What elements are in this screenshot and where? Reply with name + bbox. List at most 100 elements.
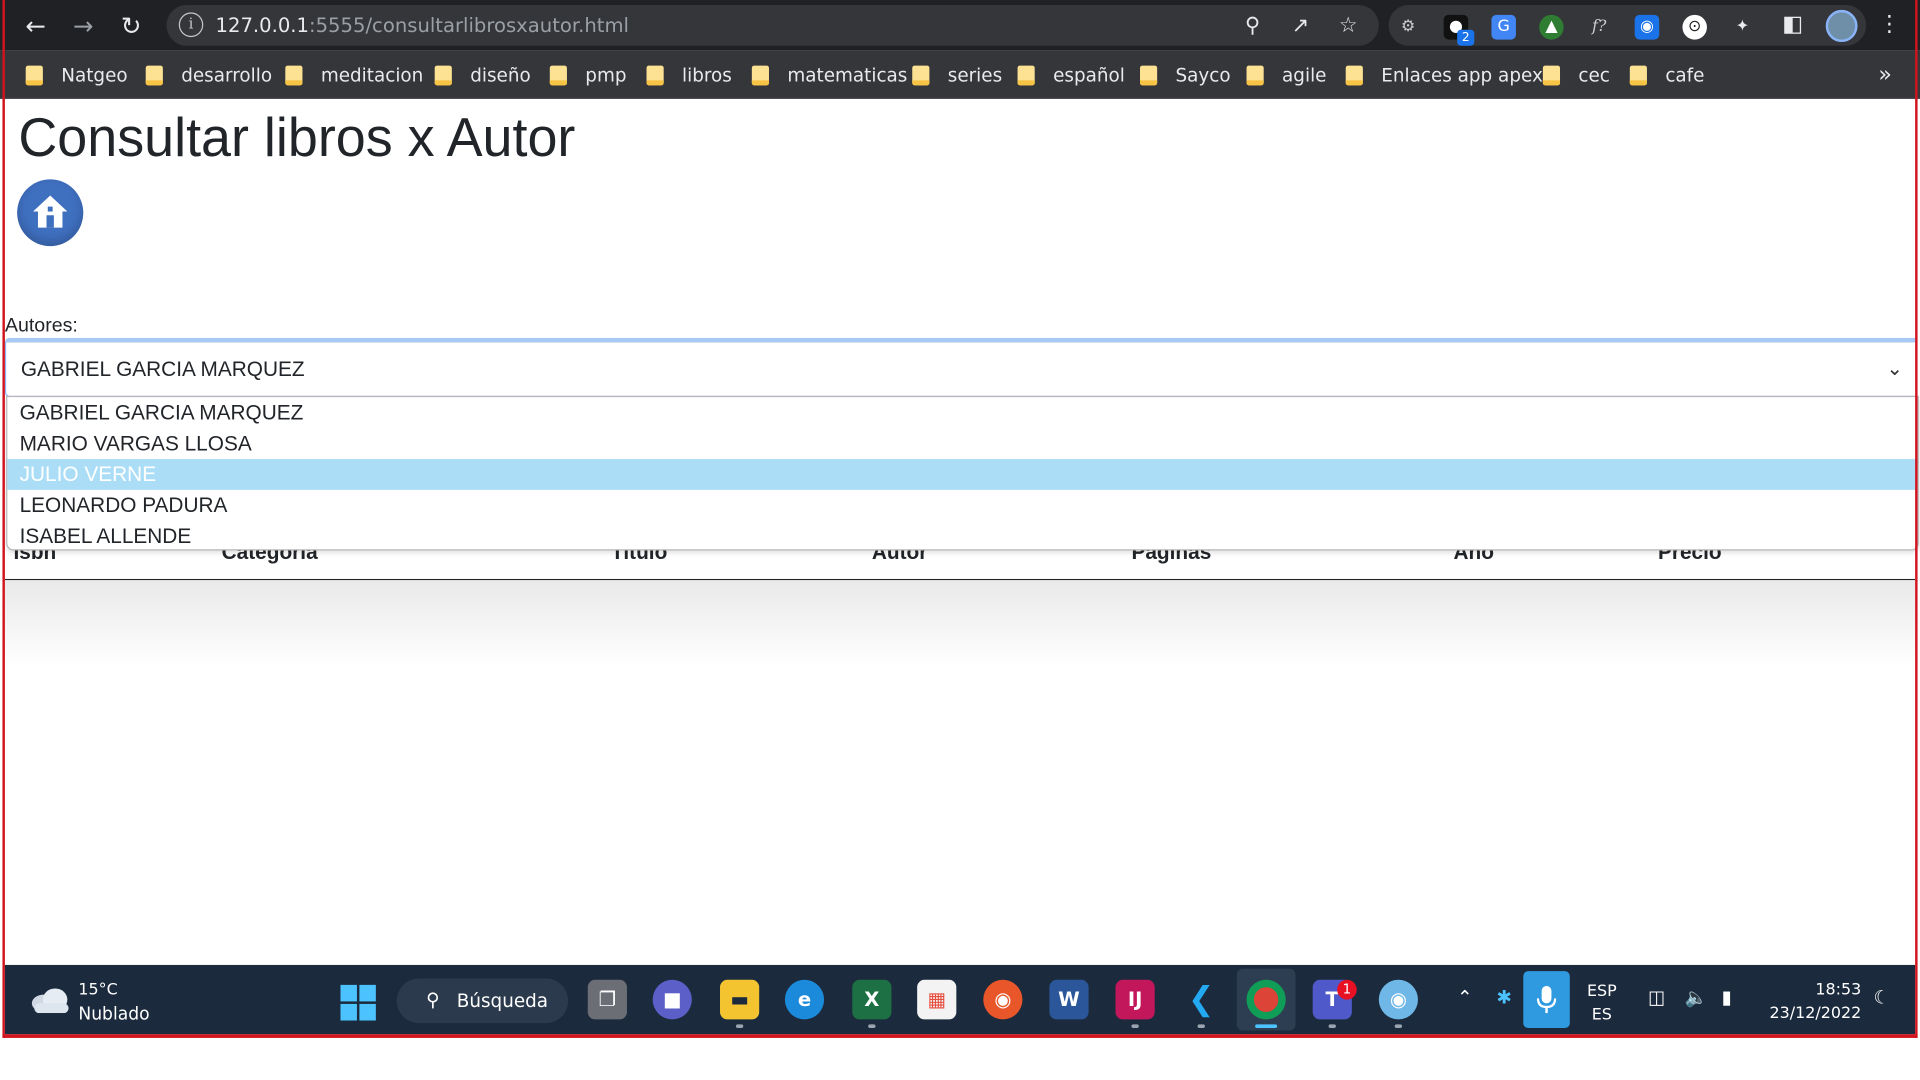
author-option[interactable]: MARIO VARGAS LLOSA	[7, 428, 1917, 459]
folder-icon	[1140, 65, 1158, 86]
search-label: Búsqueda	[456, 989, 549, 1012]
keyboard-layout: ES	[1591, 1005, 1612, 1025]
bookmark-item[interactable]: pmp	[549, 62, 627, 89]
bookmark-star-icon[interactable]: ☆	[1335, 12, 1362, 39]
browser-toolbar: ← → ↻ i 127.0.0.1:5555/consultarlibrosxa…	[0, 0, 1920, 51]
home-icon	[33, 195, 68, 228]
running-indicator	[1328, 1024, 1336, 1029]
windows-start-icon[interactable]	[340, 984, 376, 1021]
system-clock[interactable]: 18:53 23/12/2022	[1766, 979, 1862, 1026]
battery-icon[interactable]: ▮	[1722, 986, 1732, 1008]
translate-extension-icon[interactable]: G	[1491, 14, 1516, 40]
show-hidden-icons-chevron-icon[interactable]: ⌃	[1457, 986, 1472, 1008]
author-option-highlighted[interactable]: JULIO VERNE	[7, 458, 1918, 490]
bookmark-item[interactable]: libros	[646, 62, 732, 89]
bookmark-item[interactable]: Sayco	[1140, 62, 1231, 89]
author-select-value: GABRIEL GARCIA MARQUEZ	[20, 357, 305, 382]
reload-icon[interactable]: ↻	[113, 7, 150, 44]
bookmark-item[interactable]: español	[1017, 62, 1125, 89]
share-icon[interactable]: ↗	[1287, 12, 1314, 39]
task-view-icon[interactable]: ❐	[587, 979, 627, 1020]
shield-extension-icon[interactable]: ◉	[1634, 14, 1660, 40]
language-indicator[interactable]: ESP ES	[1587, 980, 1617, 1027]
puzzle-extensions-icon[interactable]: ✦	[1730, 15, 1754, 40]
volume-icon[interactable]: 🔈	[1685, 986, 1708, 1008]
taskbar-search[interactable]: ⚲ Búsqueda	[396, 978, 569, 1024]
bookmark-item[interactable]: agile	[1246, 62, 1326, 89]
authors-label: Autores:	[4, 315, 78, 337]
back-icon[interactable]: ←	[17, 7, 54, 44]
weather-temperature[interactable]: 15°C	[78, 981, 117, 1000]
bookmark-item[interactable]: Natgeo	[25, 62, 128, 89]
running-indicator	[1197, 1024, 1205, 1029]
author-option[interactable]: GABRIEL GARCIA MARQUEZ	[7, 397, 1917, 428]
search-icon: ⚲	[426, 988, 440, 1011]
folder-icon	[145, 65, 163, 86]
profile-avatar[interactable]	[1825, 9, 1858, 43]
bookmark-item[interactable]: cec	[1542, 62, 1610, 89]
active-indicator	[1255, 1024, 1278, 1029]
author-option[interactable]: LEONARDO PADURA	[7, 490, 1917, 521]
bookmark-item[interactable]: series	[912, 62, 1002, 89]
bookmark-item[interactable]: diseño	[434, 62, 531, 89]
folder-icon	[1345, 65, 1363, 86]
running-indicator	[868, 1024, 876, 1029]
language-code: ESP	[1586, 982, 1617, 1001]
running-indicator	[1394, 1024, 1403, 1029]
bookmark-item[interactable]: desarrollo	[145, 62, 272, 89]
forward-icon[interactable]: →	[65, 7, 102, 44]
tree-extension-icon[interactable]: ▲	[1539, 14, 1564, 40]
url-text[interactable]: 127.0.0.1:5555/consultarlibrosxautor.htm…	[216, 14, 629, 38]
page-title: Consultar libros x Autor	[18, 107, 576, 169]
windows-taskbar: 15°C Nublado ⚲ Búsqueda ❐ ■ ▬ e X ▦ ◉ W …	[4, 964, 1916, 1035]
bookmark-item[interactable]: meditacion	[285, 62, 423, 89]
intellij-icon[interactable]: IJ	[1115, 979, 1155, 1020]
folder-icon	[1629, 65, 1647, 86]
author-option[interactable]: ISABEL ALLENDE	[7, 521, 1917, 552]
paint-icon[interactable]: ◉	[1378, 979, 1418, 1020]
bookmark-item[interactable]: matematicas	[751, 62, 907, 89]
edge-icon[interactable]: e	[784, 979, 825, 1020]
folder-icon	[1542, 65, 1561, 86]
teams-chat-icon[interactable]: ■	[652, 979, 692, 1020]
folder-icon	[285, 65, 303, 86]
bookmark-item[interactable]: Enlaces app apex	[1345, 62, 1543, 89]
folder-icon	[25, 65, 43, 86]
vscode-icon[interactable]: ❮	[1181, 979, 1221, 1020]
side-panel-icon[interactable]: ◧	[1777, 7, 1809, 42]
bookmarks-bar: Natgeo desarrollo meditacion diseño pmp …	[0, 50, 1920, 99]
focus-moon-icon[interactable]: ☾	[1873, 986, 1889, 1008]
table-body-area	[4, 580, 1916, 667]
folder-icon	[646, 65, 664, 86]
folder-icon	[434, 65, 452, 86]
address-bar[interactable]: i 127.0.0.1:5555/consultarlibrosxautor.h…	[166, 4, 1379, 46]
network-icon[interactable]: ◫	[1648, 986, 1665, 1008]
author-select[interactable]: GABRIEL GARCIA MARQUEZ ⌄	[4, 337, 1916, 398]
bluetooth-icon[interactable]: ✱	[1496, 986, 1511, 1008]
chrome-icon[interactable]	[1246, 979, 1286, 1020]
word-icon[interactable]: W	[1049, 979, 1089, 1020]
settings-extension-icon[interactable]: ⚙	[1396, 15, 1420, 40]
folder-icon	[1246, 65, 1264, 86]
folder-icon	[751, 65, 769, 86]
folder-icon	[549, 65, 567, 86]
site-info-icon[interactable]: i	[178, 12, 204, 38]
clock-date: 23/12/2022	[1769, 1004, 1862, 1024]
more-bookmarks-icon[interactable]: »	[1878, 62, 1891, 88]
cloud-icon	[31, 988, 69, 1014]
home-button[interactable]	[17, 179, 84, 247]
clock-time: 18:53	[1815, 981, 1862, 1000]
running-indicator	[735, 1024, 744, 1029]
file-explorer-icon[interactable]: ▬	[720, 979, 760, 1020]
bookmark-item[interactable]: cafe	[1629, 62, 1704, 89]
store-icon[interactable]: ▦	[917, 979, 957, 1020]
author-options-list: GABRIEL GARCIA MARQUEZ MARIO VARGAS LLOS…	[6, 395, 1919, 552]
excel-icon[interactable]: X	[852, 979, 892, 1020]
formula-extension-icon[interactable]: f?	[1587, 15, 1611, 40]
circle-extension-icon[interactable]: ⊙	[1682, 14, 1707, 40]
microphone-button[interactable]	[1523, 971, 1570, 1029]
menu-kebab-icon[interactable]: ⋮	[1873, 7, 1905, 42]
firefox-icon[interactable]: ◉	[983, 979, 1023, 1020]
zoom-icon[interactable]: ⚲	[1239, 12, 1266, 39]
weather-description[interactable]: Nublado	[78, 1005, 149, 1025]
